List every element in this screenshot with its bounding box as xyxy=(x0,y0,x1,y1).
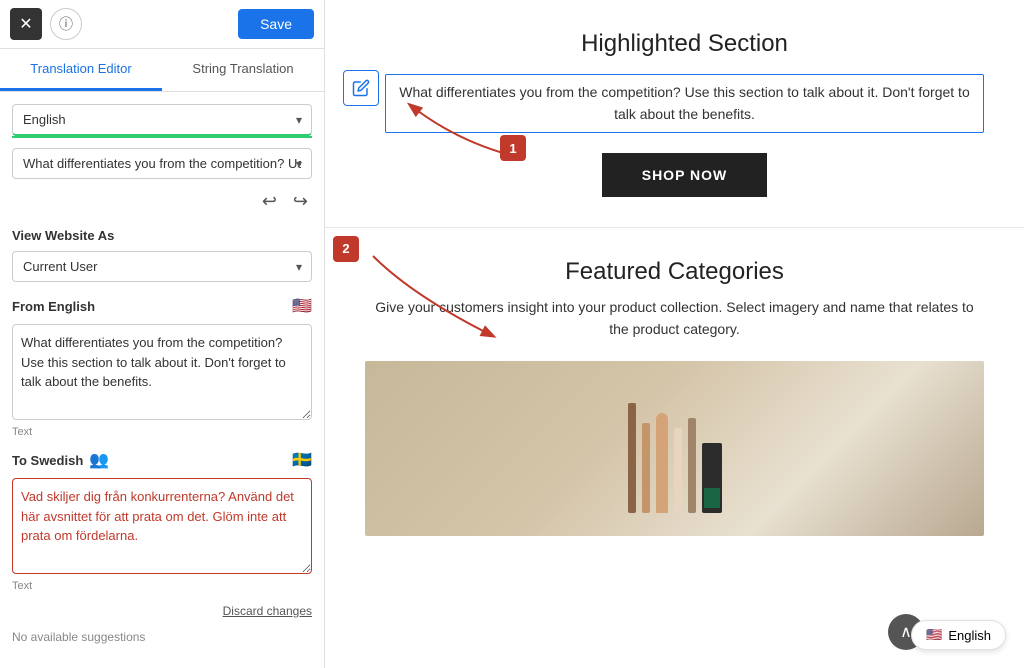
from-textarea[interactable]: What differentiates you from the competi… xyxy=(12,324,312,420)
cosmetic-items xyxy=(628,383,722,513)
no-suggestions-text: No available suggestions xyxy=(12,624,312,656)
cosmetic-item-3 xyxy=(656,413,668,513)
to-section-header: To Swedish 👥 🇸🇪 xyxy=(12,450,312,470)
featured-section: Featured Categories Give your customers … xyxy=(325,228,1024,536)
discard-link[interactable]: Discard changes xyxy=(223,604,312,618)
highlighted-section-title: Highlighted Section xyxy=(385,30,984,58)
to-textarea-label: Text xyxy=(12,580,312,592)
close-button[interactable]: ✕ xyxy=(10,8,42,40)
edit-pencil-button[interactable] xyxy=(343,70,379,106)
lang-badge-label: English xyxy=(948,628,991,643)
featured-section-title: Featured Categories xyxy=(365,258,984,286)
highlighted-section: Highlighted Section What differentiates … xyxy=(325,0,1024,228)
view-website-label: View Website As xyxy=(12,228,312,243)
highlighted-section-body: What differentiates you from the competi… xyxy=(385,74,984,133)
lang-badge-flag: 🇺🇸 xyxy=(926,627,942,643)
current-user-dropdown-wrapper: Current User xyxy=(12,251,312,282)
from-section-header: From English 🇺🇸 xyxy=(12,296,312,316)
language-dropdown[interactable]: English xyxy=(12,104,312,136)
cosmetic-item-4 xyxy=(674,428,682,513)
to-textarea[interactable]: Vad skiljer dig från konkurrenterna? Anv… xyxy=(12,478,312,574)
top-bar: ✕ ⓘ Save xyxy=(0,0,324,49)
annotation-badge-2: 2 xyxy=(333,236,359,262)
current-user-dropdown[interactable]: Current User xyxy=(12,251,312,282)
tab-string-translation[interactable]: String Translation xyxy=(162,49,324,91)
discard-row: Discard changes xyxy=(12,604,312,618)
string-dropdown[interactable]: What differentiates you from the competi… xyxy=(12,148,312,179)
featured-section-desc: Give your customers insight into your pr… xyxy=(365,296,984,341)
language-badge[interactable]: 🇺🇸 English xyxy=(911,620,1006,650)
redo-button[interactable]: ↪ xyxy=(289,189,312,214)
cosmetic-item-6 xyxy=(702,443,722,513)
from-textarea-label: Text xyxy=(12,426,312,438)
tabs-bar: Translation Editor String Translation xyxy=(0,49,324,92)
tab-translation-editor[interactable]: Translation Editor xyxy=(0,49,162,91)
cosmetic-item-1 xyxy=(628,403,636,513)
to-lang-row: To Swedish 👥 xyxy=(12,450,109,470)
from-section-label: From English xyxy=(12,299,95,314)
undo-redo-row: ↩ ↪ xyxy=(12,189,312,214)
people-icon: 👥 xyxy=(89,450,109,470)
from-flag: 🇺🇸 xyxy=(292,296,312,316)
shop-now-button[interactable]: SHOP NOW xyxy=(602,153,768,197)
to-flag: 🇸🇪 xyxy=(292,450,312,470)
info-button[interactable]: ⓘ xyxy=(50,8,82,40)
panel-content: English What differentiates you from the… xyxy=(0,92,324,668)
annotation-badge-1: 1 xyxy=(500,135,526,161)
save-button[interactable]: Save xyxy=(238,9,314,39)
cosmetic-item-2 xyxy=(642,423,650,513)
view-website-section: View Website As Current User xyxy=(12,228,312,282)
right-panel: Highlighted Section What differentiates … xyxy=(325,0,1024,668)
to-section-label: To Swedish xyxy=(12,453,83,468)
string-dropdown-wrapper: What differentiates you from the competi… xyxy=(12,148,312,179)
cosmetic-item-5 xyxy=(688,418,696,513)
product-image xyxy=(365,361,984,536)
left-panel: ✕ ⓘ Save Translation Editor String Trans… xyxy=(0,0,325,668)
undo-button[interactable]: ↩ xyxy=(258,189,281,214)
language-dropdown-wrapper: English xyxy=(12,104,312,138)
